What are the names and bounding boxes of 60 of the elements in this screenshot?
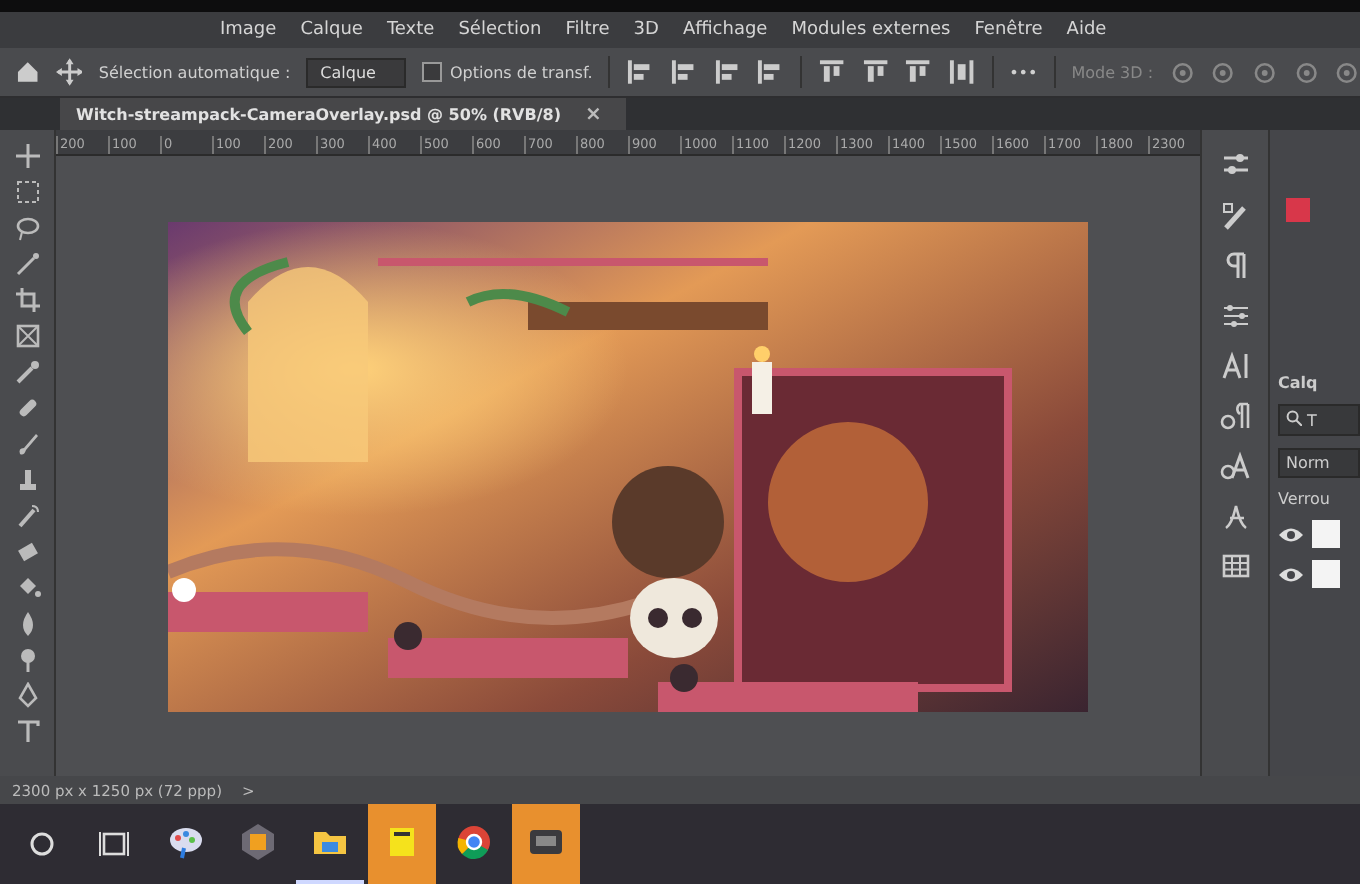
layer-thumbnail bbox=[1312, 560, 1340, 588]
search-icon[interactable] bbox=[28, 830, 56, 858]
menu-item[interactable]: Calque bbox=[300, 20, 363, 40]
align-icon[interactable] bbox=[713, 58, 741, 86]
mode-3d-label: Mode 3D : bbox=[1071, 63, 1154, 81]
lock-label: Verrou bbox=[1278, 490, 1332, 508]
transform-options-label: Options de transf. bbox=[449, 63, 593, 81]
transform-checkbox[interactable] bbox=[421, 62, 442, 82]
search-icon bbox=[1286, 410, 1302, 426]
table-icon[interactable] bbox=[1219, 550, 1251, 582]
distribute-icon[interactable] bbox=[861, 58, 889, 86]
pen-icon[interactable] bbox=[13, 682, 41, 710]
menu-item[interactable]: Affichage bbox=[682, 20, 768, 40]
character-styles-icon[interactable] bbox=[1219, 450, 1251, 482]
history-brush-icon[interactable] bbox=[13, 502, 41, 530]
distribute-icon[interactable] bbox=[947, 58, 976, 86]
menu-item[interactable]: 3D bbox=[633, 20, 659, 40]
menu-item[interactable]: Texte bbox=[386, 20, 435, 40]
eyedropper-icon[interactable] bbox=[13, 358, 41, 386]
menu-item[interactable]: Fenêtre bbox=[974, 20, 1043, 40]
cube-icon bbox=[238, 822, 278, 862]
task-view-icon[interactable] bbox=[98, 830, 130, 858]
panel-tab[interactable]: Calq bbox=[1278, 374, 1360, 392]
distribute-icon[interactable] bbox=[817, 58, 846, 86]
palette-icon bbox=[166, 822, 206, 862]
menu-item[interactable]: Aide bbox=[1066, 20, 1107, 40]
search-field[interactable]: T bbox=[1278, 404, 1360, 436]
menu-item[interactable]: Image bbox=[220, 20, 277, 40]
document-tab[interactable]: Witch-streampack-CameraOverlay.psd @ 50% (RVB/8) × bbox=[60, 98, 626, 130]
layer-thumbnail bbox=[1312, 520, 1340, 548]
crop-icon[interactable] bbox=[13, 286, 41, 314]
eye-icon[interactable] bbox=[1278, 565, 1304, 583]
adjustments-icon[interactable] bbox=[1219, 300, 1251, 332]
blend-mode-dropdown[interactable]: Norm bbox=[1278, 448, 1360, 478]
move-icon[interactable] bbox=[55, 58, 83, 86]
menu-item[interactable]: Sélection bbox=[458, 20, 542, 40]
wand-icon[interactable] bbox=[13, 250, 41, 278]
type-tool-icon[interactable] bbox=[13, 718, 41, 746]
paragraph-styles-icon[interactable] bbox=[1219, 400, 1251, 432]
close-tab-button[interactable]: × bbox=[577, 103, 610, 125]
layer-dropdown[interactable]: Calque bbox=[306, 57, 406, 87]
home-icon[interactable] bbox=[16, 60, 40, 84]
align-icon[interactable] bbox=[669, 58, 698, 86]
dashed-rectangle-icon[interactable] bbox=[13, 178, 41, 206]
more-options-button[interactable]: ••• bbox=[1009, 63, 1038, 81]
frame-icon[interactable] bbox=[13, 322, 41, 350]
auto-select-label: Sélection automatique : bbox=[98, 63, 291, 81]
move-icon[interactable] bbox=[13, 142, 41, 170]
menu-item[interactable]: Filtre bbox=[565, 20, 610, 40]
eye-icon[interactable] bbox=[1278, 525, 1304, 543]
distribute-icon[interactable] bbox=[904, 58, 932, 86]
brush-settings-icon[interactable] bbox=[1219, 200, 1251, 232]
align-icon[interactable] bbox=[756, 58, 784, 86]
color-swatch[interactable] bbox=[1286, 198, 1310, 222]
lasso-icon[interactable] bbox=[13, 214, 41, 242]
menu-item[interactable]: Modules externes bbox=[791, 20, 951, 40]
align-icon[interactable] bbox=[626, 58, 654, 86]
taskbar-app-button[interactable] bbox=[512, 804, 580, 884]
browser-logo-icon bbox=[454, 822, 494, 862]
character-icon[interactable] bbox=[1219, 350, 1251, 382]
